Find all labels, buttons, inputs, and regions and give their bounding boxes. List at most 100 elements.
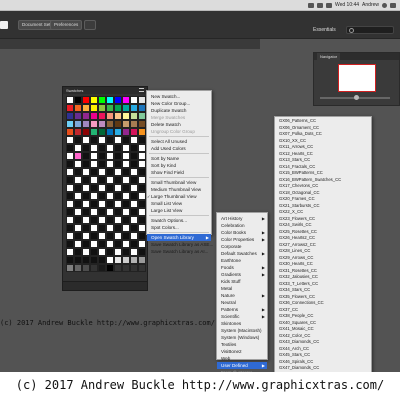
swatch[interactable] — [122, 136, 130, 144]
swatch[interactable] — [114, 200, 122, 208]
swatch[interactable] — [130, 144, 138, 152]
swatch[interactable] — [66, 160, 74, 168]
menu-item-new-swatch[interactable]: New Swatch... — [147, 93, 211, 100]
swatch[interactable] — [114, 208, 122, 216]
swatch[interactable] — [106, 136, 114, 144]
menu-item-new-color-group[interactable]: New Color Group... — [147, 100, 211, 107]
swatch[interactable] — [114, 232, 122, 240]
swatch[interactable] — [122, 216, 130, 224]
swatch[interactable] — [82, 264, 90, 272]
swatch[interactable] — [90, 216, 98, 224]
swatch[interactable] — [66, 248, 74, 256]
swatch[interactable] — [138, 240, 146, 248]
swatch[interactable] — [114, 216, 122, 224]
swatch[interactable] — [114, 160, 122, 168]
swatch[interactable] — [90, 264, 98, 272]
swatch[interactable] — [98, 144, 106, 152]
swatch[interactable] — [106, 224, 114, 232]
swatch[interactable] — [114, 256, 122, 264]
menu-item-celebration[interactable]: Celebration — [217, 222, 267, 229]
menu-item-nature[interactable]: Nature ▶ — [217, 292, 267, 299]
swatch[interactable] — [90, 184, 98, 192]
swatch[interactable] — [106, 144, 114, 152]
swatch[interactable] — [138, 232, 146, 240]
menu-item-select-all-unused[interactable]: Select All Unused — [147, 138, 211, 145]
swatch[interactable] — [98, 96, 106, 104]
menu-item-visibone2[interactable]: VisiBone2 — [217, 348, 267, 355]
swatch[interactable] — [90, 152, 98, 160]
swatch[interactable] — [130, 96, 138, 104]
menu-item-duplicate-swatch[interactable]: Duplicate Swatch — [147, 107, 211, 114]
swatch[interactable] — [74, 224, 82, 232]
swatch[interactable] — [82, 192, 90, 200]
swatch[interactable] — [98, 168, 106, 176]
swatch[interactable] — [130, 120, 138, 128]
swatch[interactable] — [66, 104, 74, 112]
swatch[interactable] — [90, 192, 98, 200]
swatch[interactable] — [98, 256, 106, 264]
swatch[interactable] — [114, 152, 122, 160]
swatch[interactable] — [106, 232, 114, 240]
swatch[interactable] — [82, 232, 90, 240]
menu-item-neutral[interactable]: Neutral — [217, 299, 267, 306]
swatch[interactable] — [74, 136, 82, 144]
swatch[interactable] — [114, 248, 122, 256]
menu-item-kids-stuff[interactable]: Kids Stuff — [217, 278, 267, 285]
swatch[interactable] — [74, 248, 82, 256]
swatch[interactable] — [106, 176, 114, 184]
swatch[interactable] — [74, 264, 82, 272]
menu-item-corporate[interactable]: Corporate — [217, 243, 267, 250]
swatch[interactable] — [138, 248, 146, 256]
menu-item-user-defined[interactable]: User Defined ▶ — [217, 362, 267, 369]
swatch[interactable] — [130, 216, 138, 224]
swatch[interactable] — [114, 168, 122, 176]
swatch[interactable] — [138, 176, 146, 184]
swatch[interactable] — [130, 104, 138, 112]
swatch[interactable] — [82, 144, 90, 152]
swatch[interactable] — [66, 152, 74, 160]
swatch[interactable] — [82, 160, 90, 168]
swatch[interactable] — [114, 136, 122, 144]
swatch[interactable] — [122, 192, 130, 200]
swatch[interactable] — [138, 112, 146, 120]
search-field[interactable] — [346, 26, 394, 34]
swatch[interactable] — [138, 96, 146, 104]
swatch[interactable] — [66, 208, 74, 216]
swatch[interactable] — [66, 128, 74, 136]
swatch[interactable] — [106, 168, 114, 176]
menu-item-default-swatches[interactable]: Default Swatches ▶ — [217, 250, 267, 257]
swatch[interactable] — [106, 96, 114, 104]
swatch[interactable] — [98, 184, 106, 192]
swatch[interactable] — [106, 264, 114, 272]
swatch[interactable] — [66, 120, 74, 128]
swatch[interactable] — [82, 240, 90, 248]
swatch[interactable] — [106, 240, 114, 248]
menu-item-system-windows[interactable]: System (Windows) — [217, 334, 267, 341]
swatch[interactable] — [106, 120, 114, 128]
swatch[interactable] — [82, 208, 90, 216]
menu-item-large-thumbnail-view[interactable]: Large Thumbnail View ✓ — [147, 193, 211, 200]
swatch[interactable] — [90, 224, 98, 232]
swatch[interactable] — [98, 248, 106, 256]
swatch[interactable] — [98, 104, 106, 112]
swatch[interactable] — [82, 224, 90, 232]
swatch[interactable] — [122, 256, 130, 264]
swatch[interactable] — [106, 128, 114, 136]
menu-item-earthtone[interactable]: Earthtone — [217, 257, 267, 264]
swatch[interactable] — [130, 152, 138, 160]
search-icon[interactable] — [382, 2, 387, 8]
swatch[interactable] — [106, 184, 114, 192]
swatch[interactable] — [106, 208, 114, 216]
swatch[interactable] — [114, 264, 122, 272]
swatch[interactable] — [130, 184, 138, 192]
swatch[interactable] — [66, 224, 74, 232]
swatch[interactable] — [74, 200, 82, 208]
tab-swatches[interactable]: Swatches — [66, 87, 83, 94]
menu-item-add-used-colors[interactable]: Add Used Colors — [147, 145, 211, 152]
swatch[interactable] — [66, 176, 74, 184]
swatch[interactable] — [98, 160, 106, 168]
menu-item-web[interactable]: Web — [217, 355, 267, 362]
swatch[interactable] — [138, 168, 146, 176]
swatch[interactable] — [130, 128, 138, 136]
swatch[interactable] — [122, 152, 130, 160]
